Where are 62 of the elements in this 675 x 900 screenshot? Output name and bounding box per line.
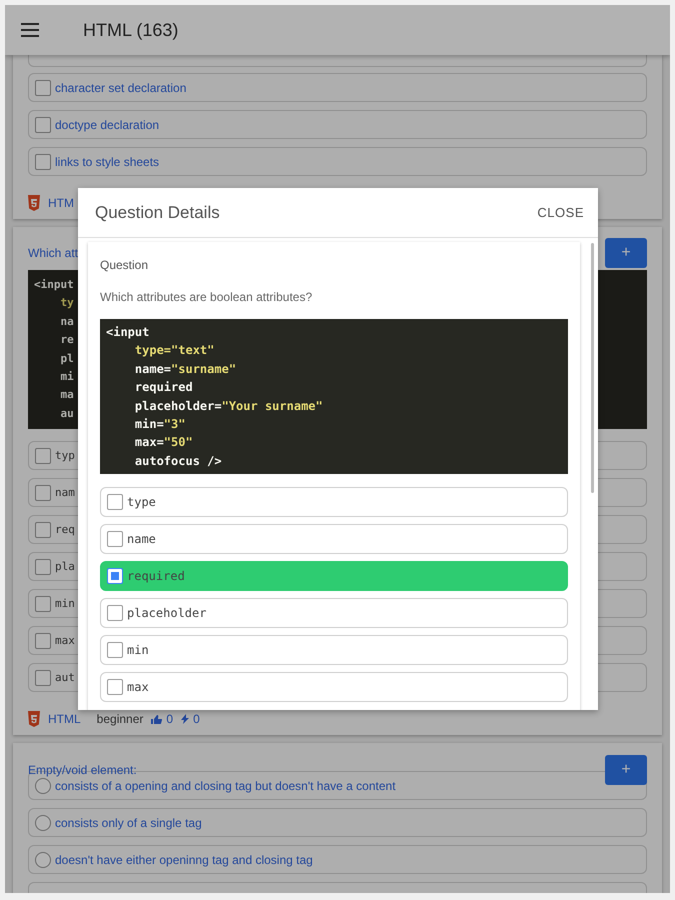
checkbox[interactable]	[107, 531, 123, 548]
option-text[interactable]: doctype declaration	[55, 116, 160, 134]
answer-option[interactable]: type	[100, 487, 568, 518]
answer-option[interactable]: min	[100, 635, 568, 666]
radio-button[interactable]	[35, 814, 51, 831]
checkbox[interactable]	[35, 632, 51, 649]
add-button[interactable]: +	[605, 755, 647, 786]
thumb-icon	[151, 714, 162, 724]
menu-icon[interactable]	[21, 23, 39, 37]
checkbox[interactable]	[35, 670, 51, 686]
option-text[interactable]: aut	[55, 670, 75, 686]
answer-option[interactable]: placeholder	[100, 598, 568, 628]
option-text[interactable]: pla	[55, 558, 75, 575]
like-count: 0	[166, 711, 174, 728]
category-link[interactable]: HTM	[48, 194, 74, 212]
radio-button[interactable]	[35, 778, 51, 794]
checkbox[interactable]	[107, 568, 123, 584]
bolt-icon	[181, 714, 190, 724]
checkbox[interactable]	[107, 605, 123, 622]
question-text: Which att	[28, 245, 78, 262]
question-text: Which attributes are boolean attributes?	[100, 289, 314, 306]
option-text[interactable]: min	[55, 596, 75, 612]
option-text[interactable]: nam	[55, 484, 75, 501]
boost-count: 0	[193, 711, 200, 728]
answer-option[interactable]: name	[100, 524, 568, 554]
checkbox[interactable]	[35, 80, 51, 96]
option-text: type	[127, 494, 156, 512]
checkbox[interactable]	[35, 522, 51, 538]
option-text: max	[127, 679, 149, 696]
html5-icon	[28, 711, 40, 728]
radio-button[interactable]	[35, 852, 51, 868]
option-text[interactable]: character set declaration	[55, 78, 186, 96]
option-text: required	[127, 568, 185, 586]
checkbox[interactable]	[35, 116, 51, 132]
checkbox[interactable]	[107, 642, 123, 658]
option-text[interactable]: max	[55, 632, 75, 649]
category-link[interactable]: HTML	[48, 710, 81, 728]
checkbox[interactable]	[35, 558, 51, 575]
option-text[interactable]: links to style sheets	[55, 152, 160, 170]
checkbox[interactable]	[35, 484, 51, 501]
option-text[interactable]: consists only of a single tag	[55, 814, 202, 832]
scrollbar[interactable]	[591, 243, 594, 493]
question-text: Empty/void element:	[28, 762, 137, 780]
html5-icon	[28, 195, 40, 211]
add-button[interactable]: +	[605, 238, 647, 268]
answer-option[interactable]: required	[100, 561, 568, 592]
checkbox[interactable]	[35, 154, 51, 170]
close-button[interactable]: CLOSE	[537, 202, 584, 222]
option-text: min	[127, 642, 149, 660]
checkbox[interactable]	[107, 679, 123, 696]
code-block: <input type="text" name="surname" required placeholder="Your surname" min="3" max="50" autofocus />	[100, 319, 568, 474]
answer-option[interactable]: max	[100, 672, 568, 702]
option-text: name	[127, 531, 156, 548]
option-text[interactable]: typ	[55, 448, 75, 464]
checkbox[interactable]	[107, 494, 123, 510]
level-text: beginner	[96, 711, 144, 728]
checkbox[interactable]	[35, 596, 51, 612]
option-text[interactable]: req	[55, 522, 75, 538]
option-text: placeholder	[127, 605, 206, 622]
checkbox[interactable]	[35, 448, 51, 464]
dialog-title: Question Details	[95, 202, 220, 224]
app-title: HTML (163)	[83, 18, 178, 42]
